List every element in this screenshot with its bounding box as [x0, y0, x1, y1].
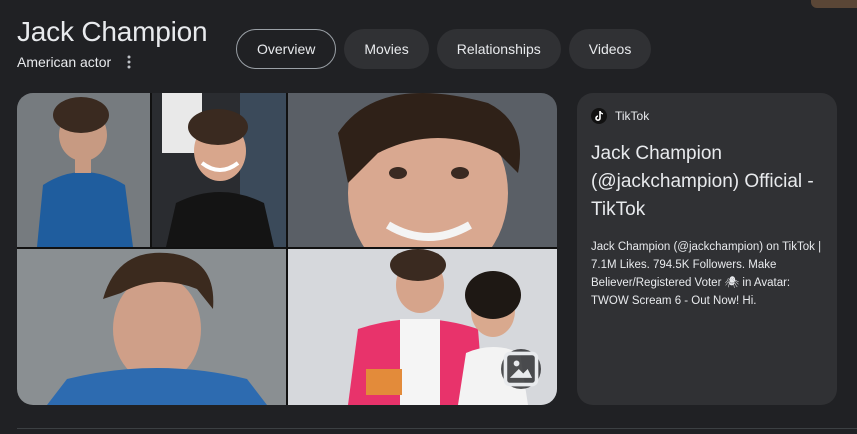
- subtitle-row: American actor: [17, 54, 137, 70]
- image-thumbnail-4[interactable]: [17, 249, 286, 405]
- card-description: Jack Champion (@jackchampion) on TikTok …: [591, 241, 822, 307]
- tab-bar: Overview Movies Relationships Videos: [236, 29, 652, 69]
- knowledge-panel: Jack Champion American actor Overview Mo…: [0, 0, 857, 434]
- tiktok-result-card[interactable]: TikTok Jack Champion (@jackchampion) Off…: [577, 93, 837, 405]
- entity-title: Jack Champion: [17, 16, 208, 47]
- tab-relationships[interactable]: Relationships: [436, 29, 561, 69]
- corner-thumbnail[interactable]: [811, 0, 857, 8]
- tiktok-icon: [591, 108, 607, 124]
- image-thumbnail-1[interactable]: [17, 93, 150, 247]
- image-thumbnail-3[interactable]: [288, 93, 557, 247]
- source-name: TikTok: [615, 109, 650, 123]
- tab-overview[interactable]: Overview: [236, 29, 337, 69]
- image-thumbnail-2[interactable]: [152, 93, 286, 247]
- image-grid: [17, 93, 557, 405]
- card-title[interactable]: Jack Champion (@jackchampion) Official -…: [591, 140, 823, 224]
- image-thumbnail-5[interactable]: [288, 249, 557, 405]
- more-vert-icon[interactable]: [121, 54, 137, 70]
- source-row: TikTok: [591, 108, 823, 124]
- tab-movies[interactable]: Movies: [344, 29, 429, 69]
- tab-videos[interactable]: Videos: [568, 29, 652, 69]
- divider: [17, 428, 857, 429]
- image-search-icon[interactable]: [501, 349, 541, 389]
- entity-subtitle: American actor: [17, 54, 112, 70]
